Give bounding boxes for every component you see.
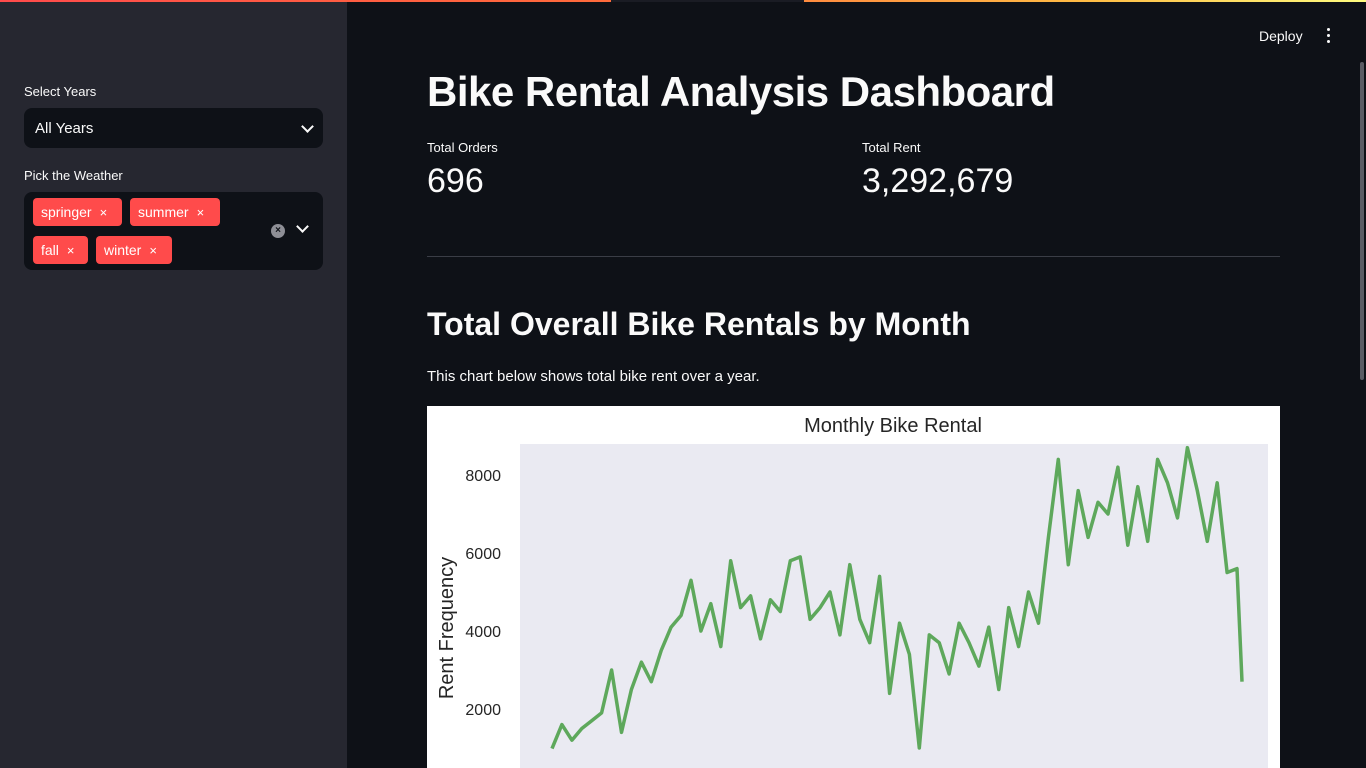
- y-tick-label: 6000: [465, 546, 501, 563]
- y-axis-label: Rent Frequency: [436, 557, 458, 699]
- divider: [427, 256, 1280, 257]
- line-chart: Monthly Bike Rental Rent Frequency 2000 4…: [436, 415, 1268, 768]
- weather-label: Pick the Weather: [24, 168, 123, 183]
- plot-area: [520, 444, 1268, 768]
- tag-label: springer: [41, 204, 92, 220]
- section-title: Total Overall Bike Rentals by Month: [427, 306, 971, 342]
- y-tick-label: 8000: [465, 468, 501, 485]
- tag-label: fall: [41, 242, 59, 258]
- y-ticks: 2000 4000 6000 8000: [465, 468, 501, 719]
- weather-multiselect[interactable]: springer × summer × fall × winter × ×: [24, 192, 323, 270]
- chevron-down-icon[interactable]: [296, 220, 309, 233]
- tag-remove-icon[interactable]: ×: [197, 205, 205, 220]
- metric-label-orders: Total Orders: [427, 140, 498, 155]
- years-select[interactable]: All Years: [24, 108, 323, 148]
- weather-tag-fall: fall ×: [33, 236, 88, 264]
- weather-tag-summer: summer ×: [130, 198, 220, 226]
- weather-tag-springer: springer ×: [33, 198, 122, 226]
- deploy-button[interactable]: Deploy: [1259, 28, 1303, 44]
- tag-remove-icon[interactable]: ×: [67, 243, 75, 258]
- metric-value-orders: 696: [427, 162, 484, 200]
- clear-all-icon[interactable]: ×: [271, 224, 285, 238]
- metric-label-rent: Total Rent: [862, 140, 921, 155]
- years-select-value: All Years: [35, 119, 94, 137]
- weather-tag-winter: winter ×: [96, 236, 172, 264]
- chart-caption: This chart below shows total bike rent o…: [427, 368, 760, 385]
- tag-label: summer: [138, 204, 189, 220]
- chart-container: Monthly Bike Rental Rent Frequency 2000 4…: [427, 406, 1280, 768]
- page-title: Bike Rental Analysis Dashboard: [427, 68, 1055, 115]
- tag-remove-icon[interactable]: ×: [100, 205, 108, 220]
- main-content: Deploy Bike Rental Analysis Dashboard To…: [347, 0, 1366, 768]
- y-tick-label: 4000: [465, 624, 501, 641]
- scrollbar[interactable]: [1360, 62, 1364, 380]
- more-menu-icon[interactable]: [1323, 28, 1333, 44]
- tag-remove-icon[interactable]: ×: [149, 243, 157, 258]
- chevron-down-icon[interactable]: [301, 119, 314, 133]
- chart-title: Monthly Bike Rental: [804, 415, 982, 437]
- metric-value-rent: 3,292,679: [862, 162, 1014, 200]
- tag-label: winter: [104, 242, 142, 258]
- loading-bar-segment: [611, 0, 804, 2]
- years-label: Select Years: [24, 84, 97, 99]
- y-tick-label: 2000: [465, 702, 501, 719]
- sidebar: Select Years All Years Pick the Weather …: [0, 0, 347, 768]
